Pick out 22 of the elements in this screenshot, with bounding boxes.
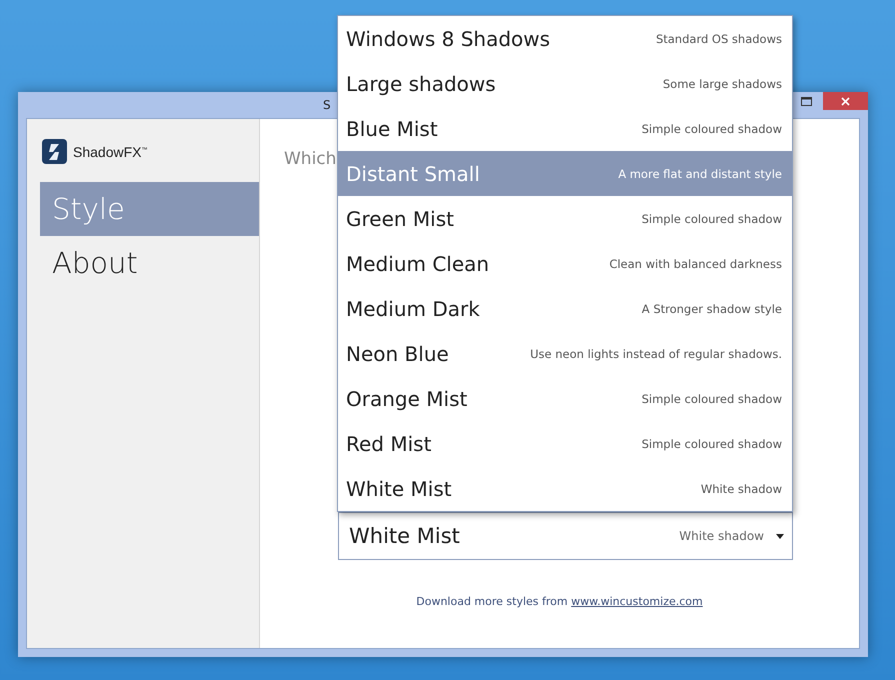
dropdown-option[interactable]: Green Mist Simple coloured shadow (338, 196, 792, 241)
dropdown-option[interactable]: Red Mist Simple coloured shadow (338, 421, 792, 466)
prompt-text: Which (284, 149, 336, 169)
dropdown-option[interactable]: Windows 8 Shadows Standard OS shadows (338, 16, 792, 61)
window-title: S (323, 98, 331, 112)
dropdown-option[interactable]: Orange Mist Simple coloured shadow (338, 376, 792, 421)
dropdown-option[interactable]: Medium Clean Clean with balanced darkness (338, 241, 792, 286)
sidebar-item[interactable]: About (40, 236, 259, 290)
dropdown-option[interactable]: White Mist White shadow (338, 466, 792, 511)
dropdown-option[interactable]: Medium Dark A Stronger shadow style (338, 286, 792, 331)
maximize-icon (800, 96, 812, 106)
dropdown-option[interactable]: Neon Blue Use neon lights instead of regular shadows. (338, 331, 792, 376)
dropdown-option[interactable]: Blue Mist Simple coloured shadow (338, 106, 792, 151)
caret-icon (776, 534, 784, 538)
close-icon (841, 96, 850, 106)
website-link[interactable]: www.wincustomize.com (571, 595, 703, 608)
style-dropdown[interactable]: White Mist White shadow (338, 512, 793, 560)
dropdown-option[interactable]: Large shadows Some large shadows (338, 61, 792, 106)
app-logo-text: ShadowFX$^{™}$ (73, 144, 148, 160)
footer-text: Download more styles from www.wincustomize.com (415, 595, 704, 608)
logo-icon (42, 139, 67, 164)
close-button[interactable] (823, 92, 868, 110)
